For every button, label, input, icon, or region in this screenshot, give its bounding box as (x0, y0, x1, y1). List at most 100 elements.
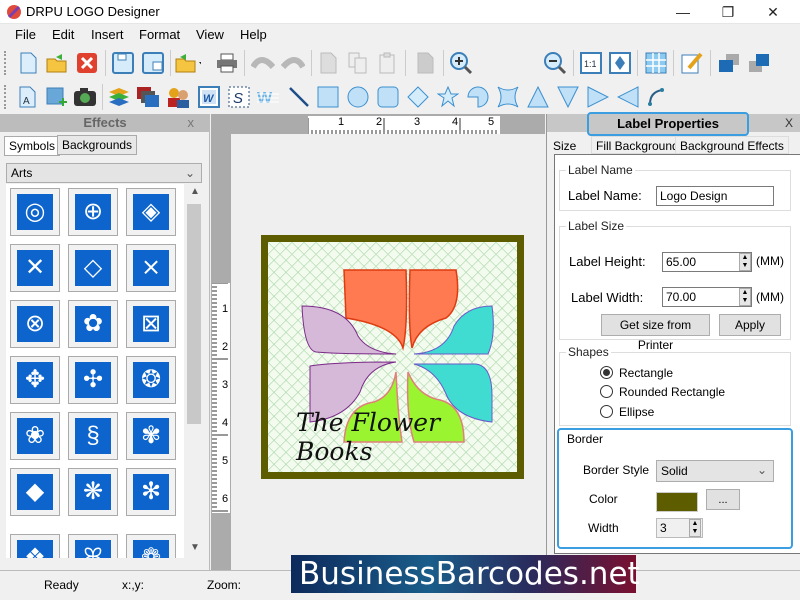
shape-rounded-rectangle-radio[interactable] (600, 385, 613, 398)
grid-icon[interactable] (643, 50, 669, 76)
label-name-input[interactable]: Logo Design (656, 186, 774, 206)
toolbar-grip[interactable] (4, 85, 7, 109)
word-art-icon[interactable]: W (196, 84, 222, 110)
tab-symbols[interactable]: Symbols (4, 136, 61, 156)
cut-icon[interactable] (315, 50, 341, 76)
symbol-item[interactable]: § (68, 412, 118, 460)
zoom-in-icon[interactable] (448, 50, 474, 76)
logo-text[interactable]: The Flower Books (296, 408, 517, 466)
scroll-down-icon[interactable]: ▼ (190, 542, 200, 553)
signature-icon[interactable]: S (226, 84, 252, 110)
menu-insert[interactable]: Insert (91, 27, 124, 42)
star-icon[interactable] (435, 84, 461, 110)
new-icon[interactable] (15, 50, 41, 76)
background-icon[interactable] (135, 84, 161, 110)
tab-size[interactable]: Size (548, 136, 582, 154)
symbol-item[interactable]: ⨯ (126, 244, 176, 292)
star4-icon[interactable] (495, 84, 521, 110)
width-spinner[interactable]: ▲ ▼ (739, 288, 751, 306)
logo-design[interactable]: The Flower Books (261, 235, 524, 479)
symbol-item[interactable]: ❖ (10, 534, 60, 558)
symbol-item[interactable]: ❋ (68, 468, 118, 516)
menu-help[interactable]: Help (240, 27, 267, 42)
triangle-down-icon[interactable] (555, 84, 581, 110)
close-window-button[interactable]: ✕ (750, 0, 796, 24)
symbol-item[interactable]: ⊠ (126, 300, 176, 348)
open-icon[interactable] (44, 50, 70, 76)
image-icon[interactable] (43, 84, 69, 110)
symbol-item[interactable]: ❂ (126, 356, 176, 404)
symbol-item[interactable]: ⊕ (68, 188, 118, 236)
diamond-icon[interactable] (405, 84, 431, 110)
symbol-item[interactable]: ✻ (126, 468, 176, 516)
copy-icon[interactable] (345, 50, 371, 76)
symbol-item[interactable]: ◇ (68, 244, 118, 292)
text-icon[interactable]: A (14, 84, 40, 110)
triangle-right-icon[interactable] (585, 84, 611, 110)
border-style-select[interactable]: Solid ⌄ (656, 460, 774, 482)
edit-icon[interactable] (679, 50, 705, 76)
rectangle-icon[interactable] (315, 84, 341, 110)
tab-backgrounds[interactable]: Backgrounds (57, 135, 138, 155)
shape-rectangle-radio[interactable] (600, 366, 613, 379)
arc-icon[interactable] (644, 84, 670, 110)
zoom-out-icon[interactable] (542, 50, 568, 76)
paste-icon[interactable] (375, 50, 401, 76)
users-icon[interactable] (165, 84, 191, 110)
ellipse-icon[interactable] (345, 84, 371, 110)
maximize-button[interactable]: ❐ (705, 0, 751, 24)
import-icon[interactable] (175, 50, 201, 76)
bring-front-icon[interactable] (716, 50, 742, 76)
line-icon[interactable] (286, 84, 312, 110)
save-as-icon[interactable] (140, 50, 166, 76)
symbol-item[interactable]: ⊗ (10, 300, 60, 348)
camera-icon[interactable] (72, 84, 98, 110)
menu-edit[interactable]: Edit (52, 27, 74, 42)
fit-window-icon[interactable] (607, 50, 633, 76)
border-color-swatch[interactable] (656, 492, 698, 512)
color-picker-button[interactable]: ... (706, 489, 740, 510)
shape-ellipse-radio[interactable] (600, 405, 613, 418)
symbol-item[interactable]: ✾ (126, 412, 176, 460)
symbol-item[interactable]: ✥ (10, 356, 60, 404)
scrollbar-thumb[interactable] (187, 204, 201, 424)
symbol-item[interactable]: ❁ (126, 534, 176, 558)
symbol-item[interactable]: ✿ (68, 300, 118, 348)
symbol-item[interactable]: ꕤ (68, 534, 118, 558)
get-size-from-printer-button[interactable]: Get size from Printer (601, 314, 710, 352)
rounded-rect-icon[interactable] (375, 84, 401, 110)
apply-button[interactable]: Apply (719, 314, 781, 336)
triangle-left-icon[interactable] (615, 84, 641, 110)
menu-format[interactable]: Format (139, 27, 180, 42)
symbol-item[interactable]: ◎ (10, 188, 60, 236)
save-icon[interactable] (110, 50, 136, 76)
scroll-up-icon[interactable]: ▲ (190, 186, 200, 197)
symbol-scrollbar[interactable]: ▲ ▼ (186, 184, 203, 558)
symbol-item[interactable]: ✕ (10, 244, 60, 292)
toolbar-grip[interactable] (4, 51, 7, 75)
pie-icon[interactable] (465, 84, 491, 110)
tab-fill-background[interactable]: Fill Background (591, 136, 684, 154)
symbol-category-select[interactable]: Arts ⌄ (6, 163, 202, 183)
tab-background-effects[interactable]: Background Effects (675, 136, 789, 154)
effects-close-button[interactable]: x (188, 114, 195, 132)
triangle-up-icon[interactable] (525, 84, 551, 110)
watermark-icon[interactable]: W (255, 84, 281, 110)
menu-view[interactable]: View (196, 27, 224, 42)
minimize-button[interactable]: — (660, 0, 706, 24)
height-spinner[interactable]: ▲ ▼ (739, 253, 751, 271)
undo-icon[interactable] (250, 50, 276, 76)
close-file-icon[interactable] (74, 50, 100, 76)
actual-size-icon[interactable]: 1:1 (578, 50, 604, 76)
redo-icon[interactable] (280, 50, 306, 76)
symbol-item[interactable]: ◈ (126, 188, 176, 236)
label-properties-close-button[interactable]: X (785, 116, 793, 130)
layers-icon[interactable] (106, 84, 132, 110)
send-back-icon[interactable] (746, 50, 772, 76)
symbol-item[interactable]: ❀ (10, 412, 60, 460)
symbol-item[interactable]: ✣ (68, 356, 118, 404)
print-icon[interactable] (214, 50, 240, 76)
border-width-spinner[interactable]: ▲ ▼ (689, 519, 701, 537)
paste-special-icon[interactable] (412, 50, 438, 76)
menu-file[interactable]: File (15, 27, 36, 42)
